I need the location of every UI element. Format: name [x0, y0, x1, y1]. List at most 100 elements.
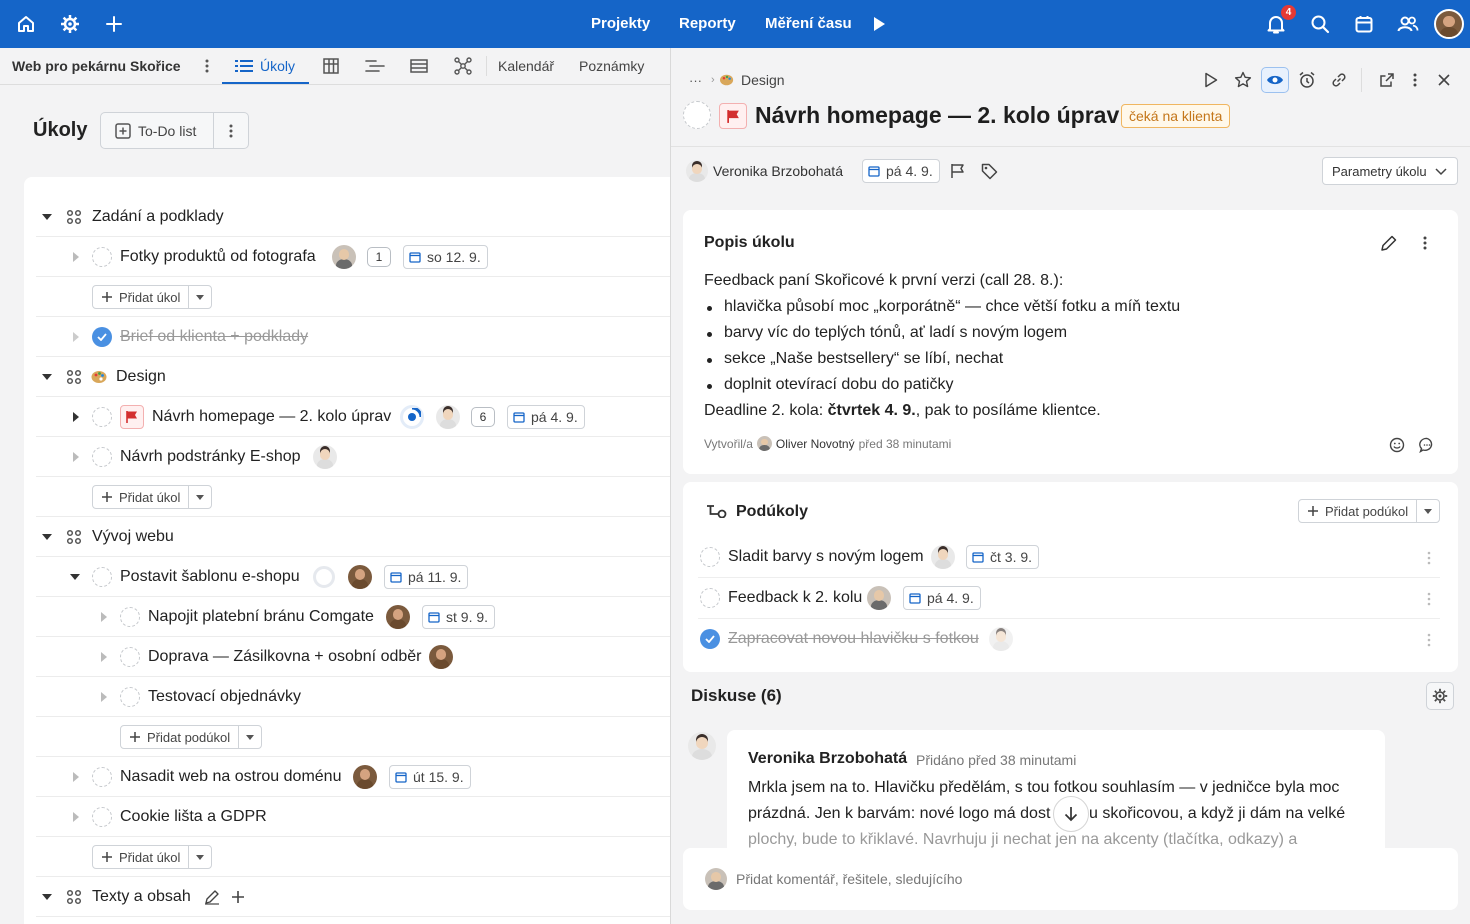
user-avatar[interactable] — [1434, 9, 1464, 39]
task-title[interactable]: Návrh homepage — 2. kolo úprav — [755, 102, 1119, 129]
tab-poznamky[interactable]: Poznámky — [579, 58, 644, 74]
flag-icon[interactable] — [719, 103, 747, 129]
assignee-avatar[interactable] — [348, 565, 372, 589]
assignee-avatar[interactable] — [313, 445, 337, 469]
task-row[interactable]: Cookie lišta a GDPR — [36, 797, 670, 837]
close-icon[interactable] — [1434, 70, 1454, 90]
caret-down-icon[interactable] — [239, 734, 261, 740]
assignee-avatar[interactable] — [353, 765, 377, 789]
task-title[interactable]: Brief od klienta + podklady — [120, 328, 308, 346]
more-icon[interactable] — [229, 124, 233, 138]
star-icon[interactable] — [1233, 70, 1253, 90]
assignee-avatar[interactable] — [989, 627, 1013, 651]
nav-reporty[interactable]: Reporty — [679, 15, 736, 32]
project-name[interactable]: Web pro pekárnu Skořice — [12, 58, 181, 74]
task-title[interactable]: Doprava — Zásilkovna + osobní odběr — [148, 648, 421, 666]
todo-list-button[interactable]: To-Do list — [100, 112, 249, 149]
tab-kalendar[interactable]: Kalendář — [498, 58, 554, 74]
task-row[interactable]: Návrh podstránky E-shop — [36, 437, 670, 477]
task-checkbox[interactable] — [120, 687, 140, 707]
add-subtask-button[interactable]: Přidat podúkol — [120, 725, 263, 749]
nav-projekty[interactable]: Projekty — [591, 15, 650, 32]
plus-icon[interactable] — [102, 12, 126, 36]
discussion-settings-icon[interactable] — [1426, 682, 1454, 710]
task-checkbox[interactable] — [92, 567, 112, 587]
due-date-chip[interactable]: pá 4. 9. — [507, 405, 585, 429]
assignee-name[interactable]: Veronika Brzobohatá — [713, 163, 843, 179]
subtask-title[interactable]: Sladit barvy s novým logem — [728, 548, 924, 566]
comment-count[interactable]: 1 — [367, 247, 391, 267]
subtask-title[interactable]: Zapracovat novou hlavičku s fotkou — [728, 630, 979, 648]
board-view-icon[interactable] — [323, 58, 339, 74]
status-badge[interactable]: čeká na klienta — [1121, 104, 1231, 128]
edit-icon[interactable] — [1380, 234, 1398, 252]
chevron-down-icon[interactable] — [42, 372, 52, 382]
assignee-avatar[interactable] — [436, 405, 460, 429]
subtask-row[interactable]: Sladit barvy s novým logem čt 3. 9. — [698, 537, 1440, 578]
comment-author[interactable]: Veronika Brzobohatá — [748, 750, 907, 768]
open-external-icon[interactable] — [1377, 70, 1397, 90]
alarm-icon[interactable] — [1297, 70, 1317, 90]
group-name[interactable]: Zadání a podklady — [92, 208, 224, 226]
comment-input-placeholder[interactable]: Přidat komentář, řešitele, sledujícího — [736, 871, 962, 887]
more-icon[interactable] — [1427, 592, 1431, 606]
chevron-right-icon[interactable] — [71, 332, 81, 342]
emoji-icon[interactable] — [1389, 437, 1405, 453]
subtask-row[interactable]: Napojit platební bránu Comgate st 9. 9. — [36, 597, 670, 637]
group-drag-icon[interactable] — [66, 889, 82, 905]
table-view-icon[interactable] — [410, 58, 428, 74]
edit-icon[interactable] — [204, 889, 220, 905]
flag-icon[interactable] — [120, 405, 144, 429]
caret-down-icon[interactable] — [189, 294, 211, 300]
task-title[interactable]: Postavit šablonu e-shopu — [120, 568, 300, 586]
group-row[interactable]: Zadání a podklady — [36, 197, 670, 237]
group-row[interactable]: Design — [36, 357, 670, 397]
caret-down-icon[interactable] — [189, 494, 211, 500]
add-task-button[interactable]: Přidat úkol — [92, 845, 213, 869]
mindmap-view-icon[interactable] — [454, 57, 472, 75]
assignee-avatar[interactable] — [931, 545, 955, 569]
more-icon[interactable] — [1423, 236, 1427, 250]
due-date-chip[interactable]: pá 4. 9. — [903, 586, 981, 610]
comment-input-box[interactable]: Přidat komentář, řešitele, sledujícího — [683, 848, 1458, 910]
task-row[interactable]: Brief od klienta + podklady — [36, 317, 670, 357]
more-icon[interactable] — [1427, 551, 1431, 565]
add-task-button[interactable]: Přidat úkol — [92, 285, 213, 309]
assignee-avatar[interactable] — [386, 605, 410, 629]
calendar-icon[interactable] — [1352, 12, 1376, 36]
tag-icon[interactable] — [981, 163, 998, 180]
group-name[interactable]: Texty a obsah — [92, 888, 191, 906]
comment-icon[interactable] — [1419, 437, 1435, 453]
due-date-chip[interactable]: pá 4. 9. — [862, 159, 940, 183]
task-title[interactable]: Návrh podstránky E-shop — [120, 448, 301, 466]
group-name[interactable]: Design — [116, 368, 166, 386]
task-title[interactable]: Nasadit web na ostrou doménu — [120, 768, 341, 786]
breadcrumb-ellipsis[interactable]: ··· — [689, 73, 702, 88]
group-row[interactable]: Texty a obsah — [36, 877, 670, 917]
chevron-right-icon[interactable] — [99, 652, 109, 662]
group-drag-icon[interactable] — [66, 209, 82, 225]
chevron-right-icon[interactable] — [71, 812, 81, 822]
task-row[interactable]: Nasadit web na ostrou doménu út 15. 9. — [36, 757, 670, 797]
task-checkbox[interactable] — [92, 247, 112, 267]
chevron-down-icon[interactable] — [42, 892, 52, 902]
assignee-avatar[interactable] — [332, 245, 356, 269]
search-icon[interactable] — [1308, 12, 1332, 36]
task-checkbox[interactable] — [92, 807, 112, 827]
creator-name[interactable]: Oliver Novotný — [776, 437, 855, 451]
commenter-avatar[interactable] — [688, 732, 716, 760]
assignee-avatar[interactable] — [867, 586, 891, 610]
caret-down-icon[interactable] — [1417, 508, 1439, 514]
add-subtask-button[interactable]: Přidat podúkol — [1298, 499, 1441, 523]
subtask-checkbox[interactable] — [700, 588, 720, 608]
breadcrumb[interactable]: Design — [741, 72, 785, 88]
due-date-chip[interactable]: út 15. 9. — [389, 765, 471, 789]
link-icon[interactable] — [1329, 70, 1349, 90]
subtask-title[interactable]: Feedback k 2. kolu — [728, 589, 862, 607]
task-checked-icon[interactable] — [92, 327, 112, 347]
assignee-avatar[interactable] — [686, 160, 708, 182]
caret-down-icon[interactable] — [189, 854, 211, 860]
home-icon[interactable] — [14, 12, 38, 36]
group-drag-icon[interactable] — [66, 369, 82, 385]
chevron-down-icon[interactable] — [42, 212, 52, 222]
